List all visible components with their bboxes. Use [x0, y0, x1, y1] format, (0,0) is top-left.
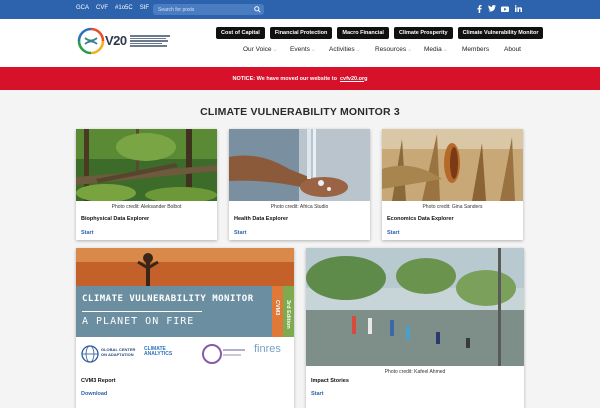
- start-link[interactable]: Start: [387, 230, 400, 236]
- report-banner: CLIMATE VULNERABILITY MONITOR A PLANET O…: [76, 286, 294, 337]
- search-box: [153, 4, 264, 15]
- nav-resources[interactable]: Resources ⌵: [375, 46, 424, 53]
- program-pills: Cost of Capital Financial Protection Mac…: [216, 27, 544, 39]
- water-hands-image: [229, 129, 370, 201]
- twitter-icon[interactable]: [488, 4, 496, 13]
- cvm3-tab: CVM3: [272, 286, 283, 337]
- photo-credit: Photo credit: Gina Sanders: [422, 204, 483, 210]
- partner-seal-icon: [202, 344, 245, 364]
- partner-logos: GLOBAL CENTER ON ADAPTATION CLIMATE ANAL…: [76, 337, 294, 374]
- flood-image: [306, 248, 524, 366]
- edition-tab: 3rd Edition: [283, 286, 294, 337]
- notice-banner: NOTICE: We have moved our website to cvf…: [0, 67, 600, 90]
- main-nav: Our Voice ⌵ Events ⌵ Activities ⌵ Resources…: [243, 46, 521, 53]
- v20-logo-mark: [77, 27, 105, 55]
- photo-credit: Photo credit: Aleksander Bolbot: [111, 204, 182, 210]
- banner-title: CLIMATE VULNERABILITY MONITOR: [82, 294, 254, 304]
- quick-link-cvf[interactable]: CVF: [96, 5, 108, 11]
- quick-links: GCA CVF #1o5C SIF: [76, 5, 149, 11]
- card-health[interactable]: Photo credit: Africa Studio Health Data …: [229, 129, 370, 240]
- pill-macro-financial[interactable]: Macro Financial: [337, 27, 389, 39]
- youtube-icon[interactable]: [501, 4, 509, 13]
- logo-text: V20: [105, 33, 127, 48]
- page-title: CLIMATE VULNERABILITY MONITOR 3: [200, 106, 400, 118]
- banner-rule: [82, 311, 202, 312]
- photo-credit: Photo credit: Kafeel Ahmed: [384, 369, 446, 375]
- nav-members[interactable]: Members: [462, 46, 504, 53]
- card-title: Impact Stories: [311, 378, 349, 384]
- nav-our-voice[interactable]: Our Voice ⌵: [243, 46, 290, 53]
- card-title: Economics Data Explorer: [387, 216, 454, 222]
- forest-image: [76, 129, 217, 201]
- pill-climate-vulnerability-monitor[interactable]: Climate Vulnerability Monitor: [457, 27, 544, 39]
- edition-tabs: CVM3 3rd Edition: [272, 286, 294, 337]
- quick-link-sif[interactable]: SIF: [140, 5, 149, 11]
- search-icon[interactable]: [254, 6, 261, 13]
- linkedin-icon[interactable]: [514, 4, 522, 13]
- top-bar: GCA CVF #1o5C SIF: [0, 0, 600, 19]
- pill-financial-protection[interactable]: Financial Protection: [269, 27, 333, 39]
- start-link[interactable]: Start: [81, 230, 94, 236]
- logo-tagline: [130, 35, 170, 47]
- report-cover-image: CLIMATE VULNERABILITY MONITOR A PLANET O…: [76, 248, 294, 374]
- notice-link[interactable]: cvfv20.org: [340, 76, 368, 82]
- quick-link-gca[interactable]: GCA: [76, 5, 89, 11]
- nav-activities[interactable]: Activities ⌵: [329, 46, 375, 53]
- chevron-down-icon: ⌵: [356, 47, 360, 52]
- pill-climate-prosperity[interactable]: Climate Prosperity: [393, 27, 453, 39]
- banner-subtitle: A PLANET ON FIRE: [82, 316, 195, 327]
- card-title: Biophysical Data Explorer: [81, 216, 150, 222]
- chevron-down-icon: ⌵: [408, 47, 412, 52]
- quick-link-1o5c[interactable]: #1o5C: [115, 5, 133, 11]
- nav-about[interactable]: About: [504, 46, 521, 53]
- nav-media[interactable]: Media ⌵: [424, 46, 462, 53]
- card-impact-stories[interactable]: Photo credit: Kafeel Ahmed Impact Storie…: [306, 248, 524, 408]
- card-cvm3-report[interactable]: CLIMATE VULNERABILITY MONITOR A PLANET O…: [76, 248, 294, 408]
- card-economics[interactable]: Photo credit: Gina Sanders Economics Dat…: [382, 129, 523, 240]
- search-input[interactable]: [158, 4, 248, 15]
- notice-text: NOTICE: We have moved our website to: [232, 75, 337, 82]
- site-header: V20 Cost of Capital Financial Protection…: [0, 19, 600, 67]
- partner-gca: GLOBAL CENTER ON ADAPTATION: [101, 347, 136, 357]
- download-link[interactable]: Download: [81, 391, 107, 397]
- chevron-down-icon: ⌵: [273, 47, 277, 52]
- gca-globe-icon: [81, 345, 99, 363]
- photo-credit: Photo credit: Africa Studio: [270, 204, 329, 210]
- social-links: [475, 4, 522, 13]
- chevron-down-icon: ⌵: [311, 47, 315, 52]
- facebook-icon[interactable]: [475, 4, 483, 13]
- card-title: CVM3 Report: [81, 378, 116, 384]
- start-link[interactable]: Start: [311, 391, 324, 397]
- chevron-down-icon: ⌵: [443, 47, 447, 52]
- v20-logo[interactable]: V20: [77, 27, 171, 55]
- partner-finres: finres: [254, 343, 281, 355]
- nav-events[interactable]: Events ⌵: [290, 46, 329, 53]
- pill-cost-of-capital[interactable]: Cost of Capital: [216, 27, 265, 39]
- card-title: Health Data Explorer: [234, 216, 289, 222]
- start-link[interactable]: Start: [234, 230, 247, 236]
- dry-corn-image: [382, 129, 523, 201]
- card-biophysical[interactable]: Photo credit: Aleksander Bolbot Biophysi…: [76, 129, 217, 240]
- partner-climate-analytics: CLIMATE ANALYTICS: [144, 346, 173, 357]
